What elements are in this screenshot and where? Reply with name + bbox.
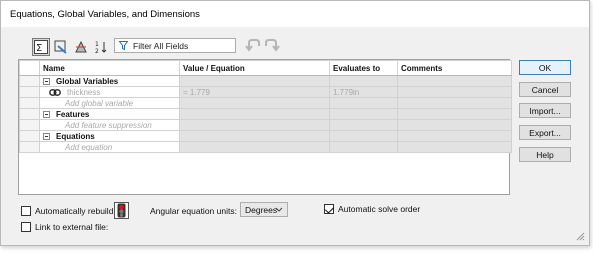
auto-rebuild-label: Automatically rebuild [35, 206, 114, 216]
dialog-title: Equations, Global Variables, and Dimensi… [10, 9, 200, 20]
row-header[interactable] [19, 119, 40, 131]
row-header[interactable] [19, 130, 40, 142]
column-header-name[interactable]: Name [39, 60, 180, 76]
link-external-option[interactable]: Link to external file: [21, 222, 108, 232]
collapse-icon[interactable] [43, 132, 50, 140]
row-header[interactable] [19, 97, 40, 109]
undo-icon [245, 39, 260, 52]
column-header-comments[interactable]: Comments [397, 60, 512, 76]
group-label: Features [56, 109, 90, 119]
svg-text:Σ: Σ [36, 43, 42, 54]
svg-text:1: 1 [95, 41, 99, 48]
table-row: Equations [19, 130, 512, 142]
auto-solve-checkbox[interactable] [324, 204, 334, 214]
table-row: thickness = 1.779 1.779in [19, 86, 512, 98]
resize-grip-icon[interactable] [575, 231, 585, 241]
title-bar: Equations, Global Variables, and Dimensi… [1, 1, 589, 27]
variable-name: thickness [67, 87, 101, 97]
equations-dialog: Equations, Global Variables, and Dimensi… [0, 0, 590, 246]
link-external-label: Link to external file: [35, 222, 109, 232]
svg-text:2: 2 [95, 48, 99, 54]
group-label: Equations [56, 131, 95, 141]
sketch-equation-view-icon [54, 40, 67, 54]
angular-units-select[interactable]: Degrees [240, 202, 288, 217]
ordered-view-button[interactable]: 1 2 [92, 38, 110, 56]
group-global-variables[interactable]: Global Variables [39, 75, 180, 87]
dimension-view-button[interactable] [72, 38, 90, 56]
row-header[interactable] [19, 86, 40, 98]
rebuild-traffic-light-button[interactable] [114, 202, 129, 219]
group-equations[interactable]: Equations [39, 130, 180, 142]
chevron-down-icon [275, 207, 283, 212]
equation-view-button[interactable]: Σ [32, 38, 50, 56]
help-button[interactable]: Help [519, 147, 571, 162]
variable-evaluates-cell: 1.779in [329, 86, 398, 98]
table-row: Add global variable [19, 97, 512, 109]
column-header-evaluates[interactable]: Evaluates to [329, 60, 398, 76]
funnel-icon [119, 41, 128, 50]
table-header-row: Name Value / Equation Evaluates to Comme… [19, 60, 512, 76]
link-external-checkbox[interactable] [21, 222, 31, 232]
equation-view-icon: Σ [34, 40, 48, 54]
collapse-icon[interactable] [43, 77, 50, 85]
add-global-variable-cell[interactable]: Add global variable [39, 97, 180, 109]
auto-solve-label: Automatic solve order [338, 204, 421, 214]
redo-button[interactable] [264, 38, 280, 54]
angular-units-value: Degrees [245, 204, 278, 215]
table-row: Global Variables [19, 75, 512, 87]
redo-icon [265, 39, 280, 52]
sketch-equation-view-button[interactable] [52, 38, 70, 56]
row-header[interactable] [19, 141, 40, 153]
filter-input[interactable]: Filter All Fields [114, 38, 236, 53]
group-features[interactable]: Features [39, 108, 180, 120]
undo-button[interactable] [245, 38, 261, 54]
filter-input-placeholder: Filter All Fields [133, 40, 189, 51]
link-icon [49, 88, 61, 96]
row-header[interactable] [19, 75, 40, 87]
variable-value-cell[interactable]: = 1.779 [179, 86, 330, 98]
table-row: Add equation [19, 141, 512, 153]
column-header-value[interactable]: Value / Equation [179, 60, 330, 76]
auto-rebuild-checkbox[interactable] [21, 206, 31, 216]
traffic-light-icon [117, 203, 126, 218]
variable-comment-cell[interactable] [397, 86, 512, 98]
export-button[interactable]: Export... [519, 125, 571, 140]
select-all-cell[interactable] [19, 60, 40, 76]
auto-solve-option[interactable]: Automatic solve order [324, 204, 420, 214]
angular-units-label: Angular equation units: [150, 206, 237, 216]
group-label: Global Variables [56, 76, 119, 86]
collapse-icon[interactable] [43, 110, 50, 118]
dimension-view-icon [75, 40, 87, 53]
variable-name-cell[interactable]: thickness [39, 86, 180, 98]
table-row: Add feature suppression [19, 119, 512, 131]
import-button[interactable]: Import... [519, 103, 571, 118]
add-feature-suppression-cell[interactable]: Add feature suppression [39, 119, 180, 131]
auto-rebuild-option[interactable]: Automatically rebuild [21, 206, 113, 216]
equations-table: Name Value / Equation Evaluates to Comme… [18, 59, 512, 195]
view-toolbar: Σ 1 2 [32, 37, 112, 57]
row-header[interactable] [19, 108, 40, 120]
add-equation-cell[interactable]: Add equation [39, 141, 180, 153]
table-row: Features [19, 108, 512, 120]
ok-button[interactable]: OK [519, 60, 571, 75]
cancel-button[interactable]: Cancel [519, 82, 571, 97]
ordered-view-icon: 1 2 [95, 41, 107, 54]
